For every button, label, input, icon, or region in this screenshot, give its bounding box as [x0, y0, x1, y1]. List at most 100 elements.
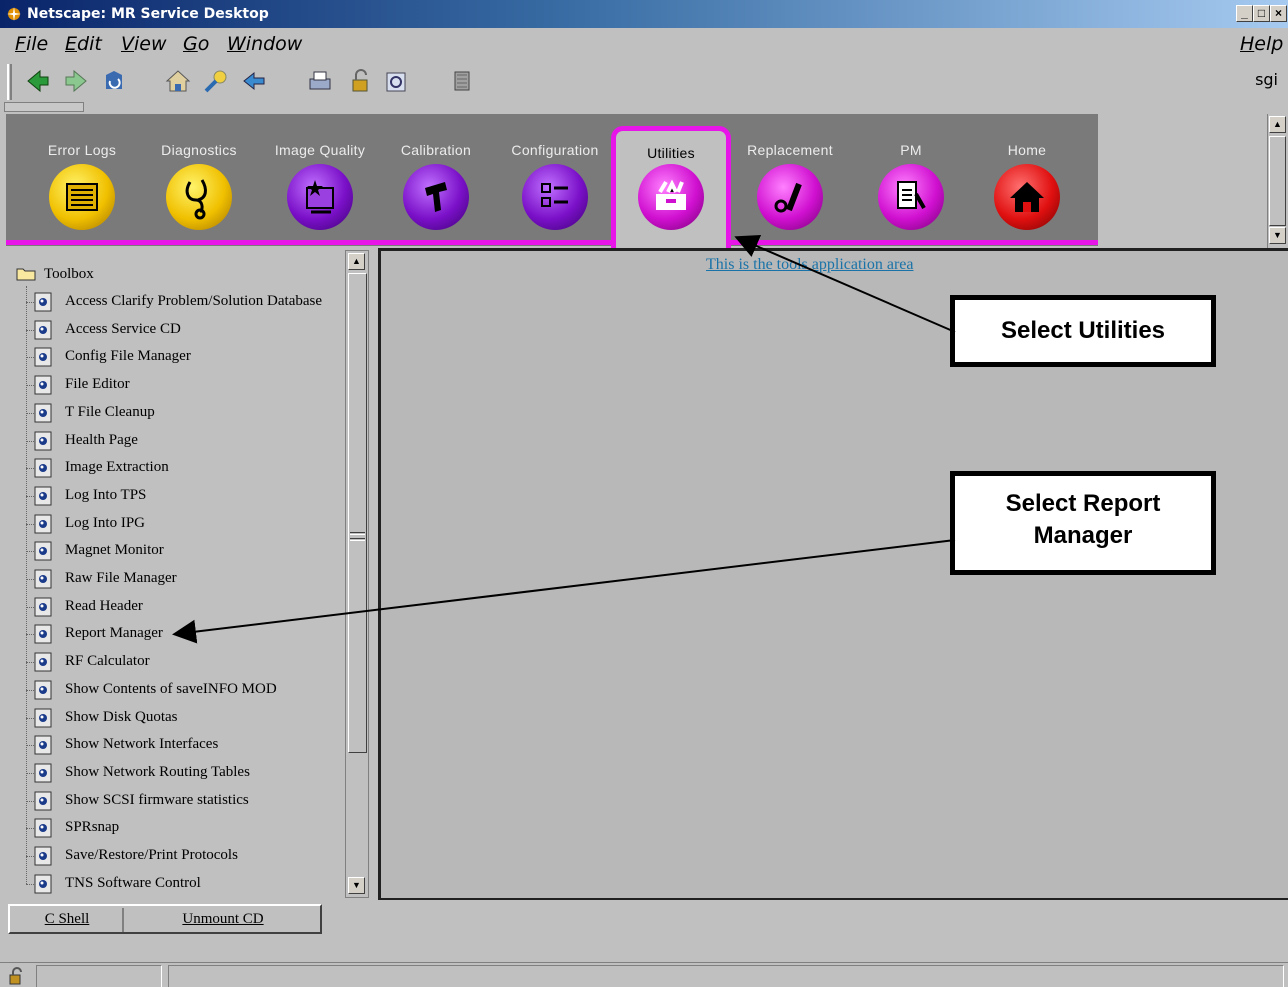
- toolbox-item-label: T File Cleanup: [65, 403, 155, 420]
- document-icon: [34, 652, 52, 672]
- menu-window[interactable]: Window: [227, 33, 302, 55]
- document-icon: [34, 735, 52, 755]
- tab-configuration[interactable]: Configuration: [495, 114, 615, 244]
- unmount-cd-button[interactable]: Unmount CD: [128, 908, 318, 932]
- tree-connector: [26, 634, 34, 636]
- tab-calibration[interactable]: Calibration: [376, 114, 496, 244]
- nav-scrollbar[interactable]: ▲ ▼: [1267, 114, 1288, 248]
- search-icon[interactable]: [202, 67, 230, 95]
- tab-home[interactable]: Home: [967, 114, 1087, 244]
- toolbar-grip[interactable]: [7, 64, 12, 100]
- shop-icon[interactable]: [382, 67, 410, 95]
- document-icon: [34, 680, 52, 700]
- tree-connector: [26, 606, 34, 608]
- toolbox-item-label: Log Into TPS: [65, 486, 147, 503]
- tab-label: Image Quality: [274, 142, 366, 158]
- pm-icon: [878, 164, 944, 230]
- status-progress: [36, 965, 162, 987]
- tab-pm[interactable]: PM: [851, 114, 971, 244]
- title-bar: Netscape: MR Service Desktop _ □ ×: [0, 0, 1288, 28]
- toolbox-item-label: Read Header: [65, 597, 143, 614]
- tree-connector: [26, 385, 34, 387]
- close-button[interactable]: ×: [1270, 5, 1287, 22]
- document-icon: [34, 514, 52, 534]
- callout-select-utilities: Select Utilities: [950, 295, 1216, 367]
- toolbox-item-label: Log Into IPG: [65, 514, 145, 531]
- scroll-up-icon[interactable]: ▲: [1269, 116, 1286, 133]
- menu-edit[interactable]: Edit: [65, 33, 102, 55]
- home-icon[interactable]: [164, 67, 192, 95]
- tree-connector: [26, 551, 34, 553]
- toolbox-item-label: Magnet Monitor: [65, 542, 164, 559]
- scroll-down-icon[interactable]: ▼: [348, 877, 365, 894]
- bottom-button-bar: C Shell Unmount CD: [8, 904, 322, 934]
- document-icon: [34, 347, 52, 367]
- c-shell-button[interactable]: C Shell: [12, 908, 124, 932]
- document-icon: [34, 569, 52, 589]
- scroll-up-icon[interactable]: ▲: [348, 253, 365, 270]
- document-icon: [34, 403, 52, 423]
- tab-label: Home: [1007, 142, 1047, 158]
- tab-utilities[interactable]: Utilities: [611, 126, 731, 248]
- menu-file[interactable]: File: [15, 33, 48, 55]
- toolbox-item-label: Show SCSI firmware statistics: [65, 791, 249, 808]
- window-title: Netscape: MR Service Desktop: [27, 6, 269, 22]
- document-icon: [34, 292, 52, 312]
- menu-view[interactable]: View: [121, 33, 167, 55]
- tab-error-logs[interactable]: Error Logs: [22, 114, 142, 244]
- scroll-down-icon[interactable]: ▼: [1269, 227, 1286, 244]
- callout-text-line2: Manager: [1033, 522, 1133, 549]
- toolbox-item-label: RF Calculator: [65, 653, 150, 670]
- calibration-icon: [403, 164, 469, 230]
- toolbox-scrollbar[interactable]: ▲ ▼: [345, 250, 369, 898]
- tree-connector: [26, 286, 27, 884]
- toolbox-item-label: Show Network Routing Tables: [65, 763, 250, 780]
- document-icon: [34, 818, 52, 838]
- toolbox-item-label: File Editor: [65, 376, 130, 393]
- tab-replacement[interactable]: Replacement: [730, 114, 850, 244]
- error-logs-icon: [49, 164, 115, 230]
- document-icon: [34, 763, 52, 783]
- image-quality-icon: [287, 164, 353, 230]
- tools-area-link[interactable]: This is the tools application area: [706, 256, 914, 274]
- back-icon[interactable]: [24, 67, 52, 95]
- tab-label: Replacement: [747, 142, 833, 158]
- toolbar-collapse-strip[interactable]: [4, 102, 84, 112]
- document-icon: [34, 320, 52, 340]
- toolbox-item-label: Health Page: [65, 431, 138, 448]
- document-icon: [34, 486, 52, 506]
- tab-image-quality[interactable]: Image Quality: [260, 114, 380, 244]
- document-icon: [34, 458, 52, 478]
- minimize-button[interactable]: _: [1236, 5, 1253, 22]
- home-icon: [994, 164, 1060, 230]
- toolbox-item-label: TNS Software Control: [65, 874, 201, 891]
- print-icon[interactable]: [306, 67, 334, 95]
- tab-diagnostics[interactable]: Diagnostics: [139, 114, 259, 244]
- maximize-button[interactable]: □: [1253, 5, 1270, 22]
- tab-label: PM: [900, 142, 922, 158]
- menu-go[interactable]: Go: [183, 33, 209, 55]
- security-lock-icon[interactable]: [8, 967, 26, 985]
- guide-icon[interactable]: [240, 67, 268, 95]
- nav-scroll-thumb[interactable]: [1269, 136, 1286, 226]
- tree-connector: [26, 357, 34, 359]
- toolbox-item-label: Show Network Interfaces: [65, 736, 219, 753]
- forward-icon[interactable]: [62, 67, 90, 95]
- document-icon: [34, 375, 52, 395]
- tree-connector: [26, 828, 34, 830]
- toolbox-scroll-thumb[interactable]: [348, 273, 367, 753]
- stop-icon[interactable]: [448, 67, 476, 95]
- tab-label: Diagnostics: [161, 142, 237, 158]
- tab-label: Calibration: [400, 142, 472, 158]
- menu-help[interactable]: Help: [1240, 33, 1283, 55]
- security-icon[interactable]: [346, 67, 374, 95]
- tree-connector: [26, 523, 34, 525]
- configuration-icon: [522, 164, 588, 230]
- tree-connector: [26, 412, 34, 414]
- document-icon: [34, 541, 52, 561]
- reload-icon[interactable]: [100, 67, 128, 95]
- tree-connector: [26, 579, 34, 580]
- tree-connector: [26, 883, 34, 885]
- callout-text-line1: Select Report: [1005, 490, 1161, 517]
- toolbox-item-label: Config File Manager: [65, 348, 191, 365]
